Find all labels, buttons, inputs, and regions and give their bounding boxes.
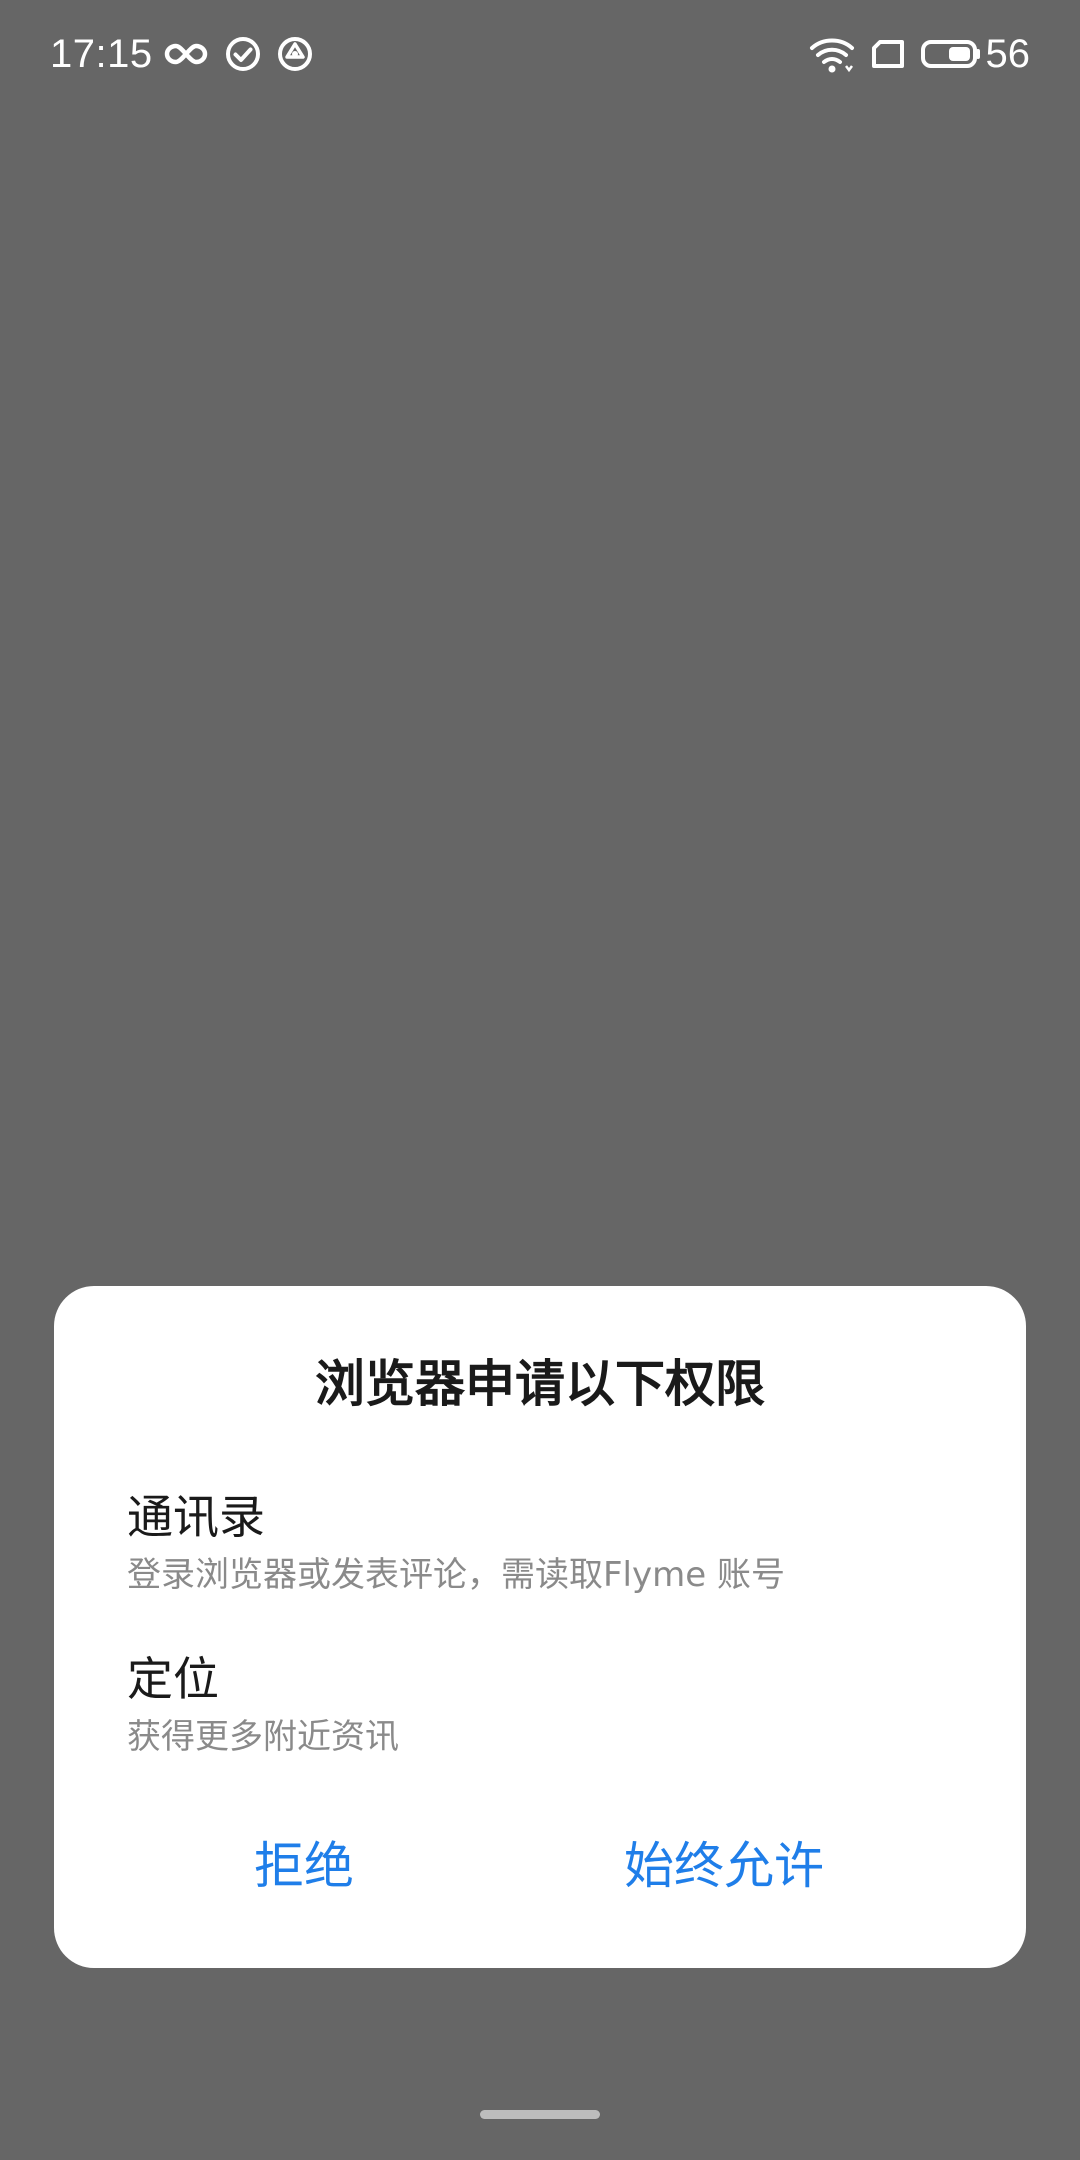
check-circle-icon xyxy=(226,37,260,71)
permission-name: 通讯录 xyxy=(127,1490,265,1544)
sim-card-icon xyxy=(872,40,904,68)
deny-button[interactable]: 拒绝 xyxy=(224,1826,384,1906)
battery-icon xyxy=(921,40,980,68)
home-indicator[interactable] xyxy=(480,2110,600,2119)
permission-dialog: 浏览器申请以下权限 通讯录 登录浏览器或发表评论，需读取Flyme 账号 定位 … xyxy=(54,1286,1026,1968)
permission-description: 获得更多附近资讯 xyxy=(127,1717,399,1757)
infinity-icon xyxy=(164,43,208,65)
dialog-title: 浏览器申请以下权限 xyxy=(315,1355,765,1413)
status-bar: 17:15 56 xyxy=(0,0,1080,108)
status-time: 17:15 xyxy=(50,32,153,76)
permission-description: 登录浏览器或发表评论，需读取Flyme 账号 xyxy=(127,1555,785,1595)
battery-percent: 56 xyxy=(985,32,1031,76)
permission-location: 定位 获得更多附近资讯 xyxy=(127,1650,967,1760)
wifi-icon xyxy=(810,38,854,73)
permission-name: 定位 xyxy=(127,1652,219,1706)
sync-icon xyxy=(278,37,312,71)
permission-contacts: 通讯录 登录浏览器或发表评论，需读取Flyme 账号 xyxy=(127,1488,967,1598)
always-allow-button[interactable]: 始终允许 xyxy=(589,1826,859,1906)
